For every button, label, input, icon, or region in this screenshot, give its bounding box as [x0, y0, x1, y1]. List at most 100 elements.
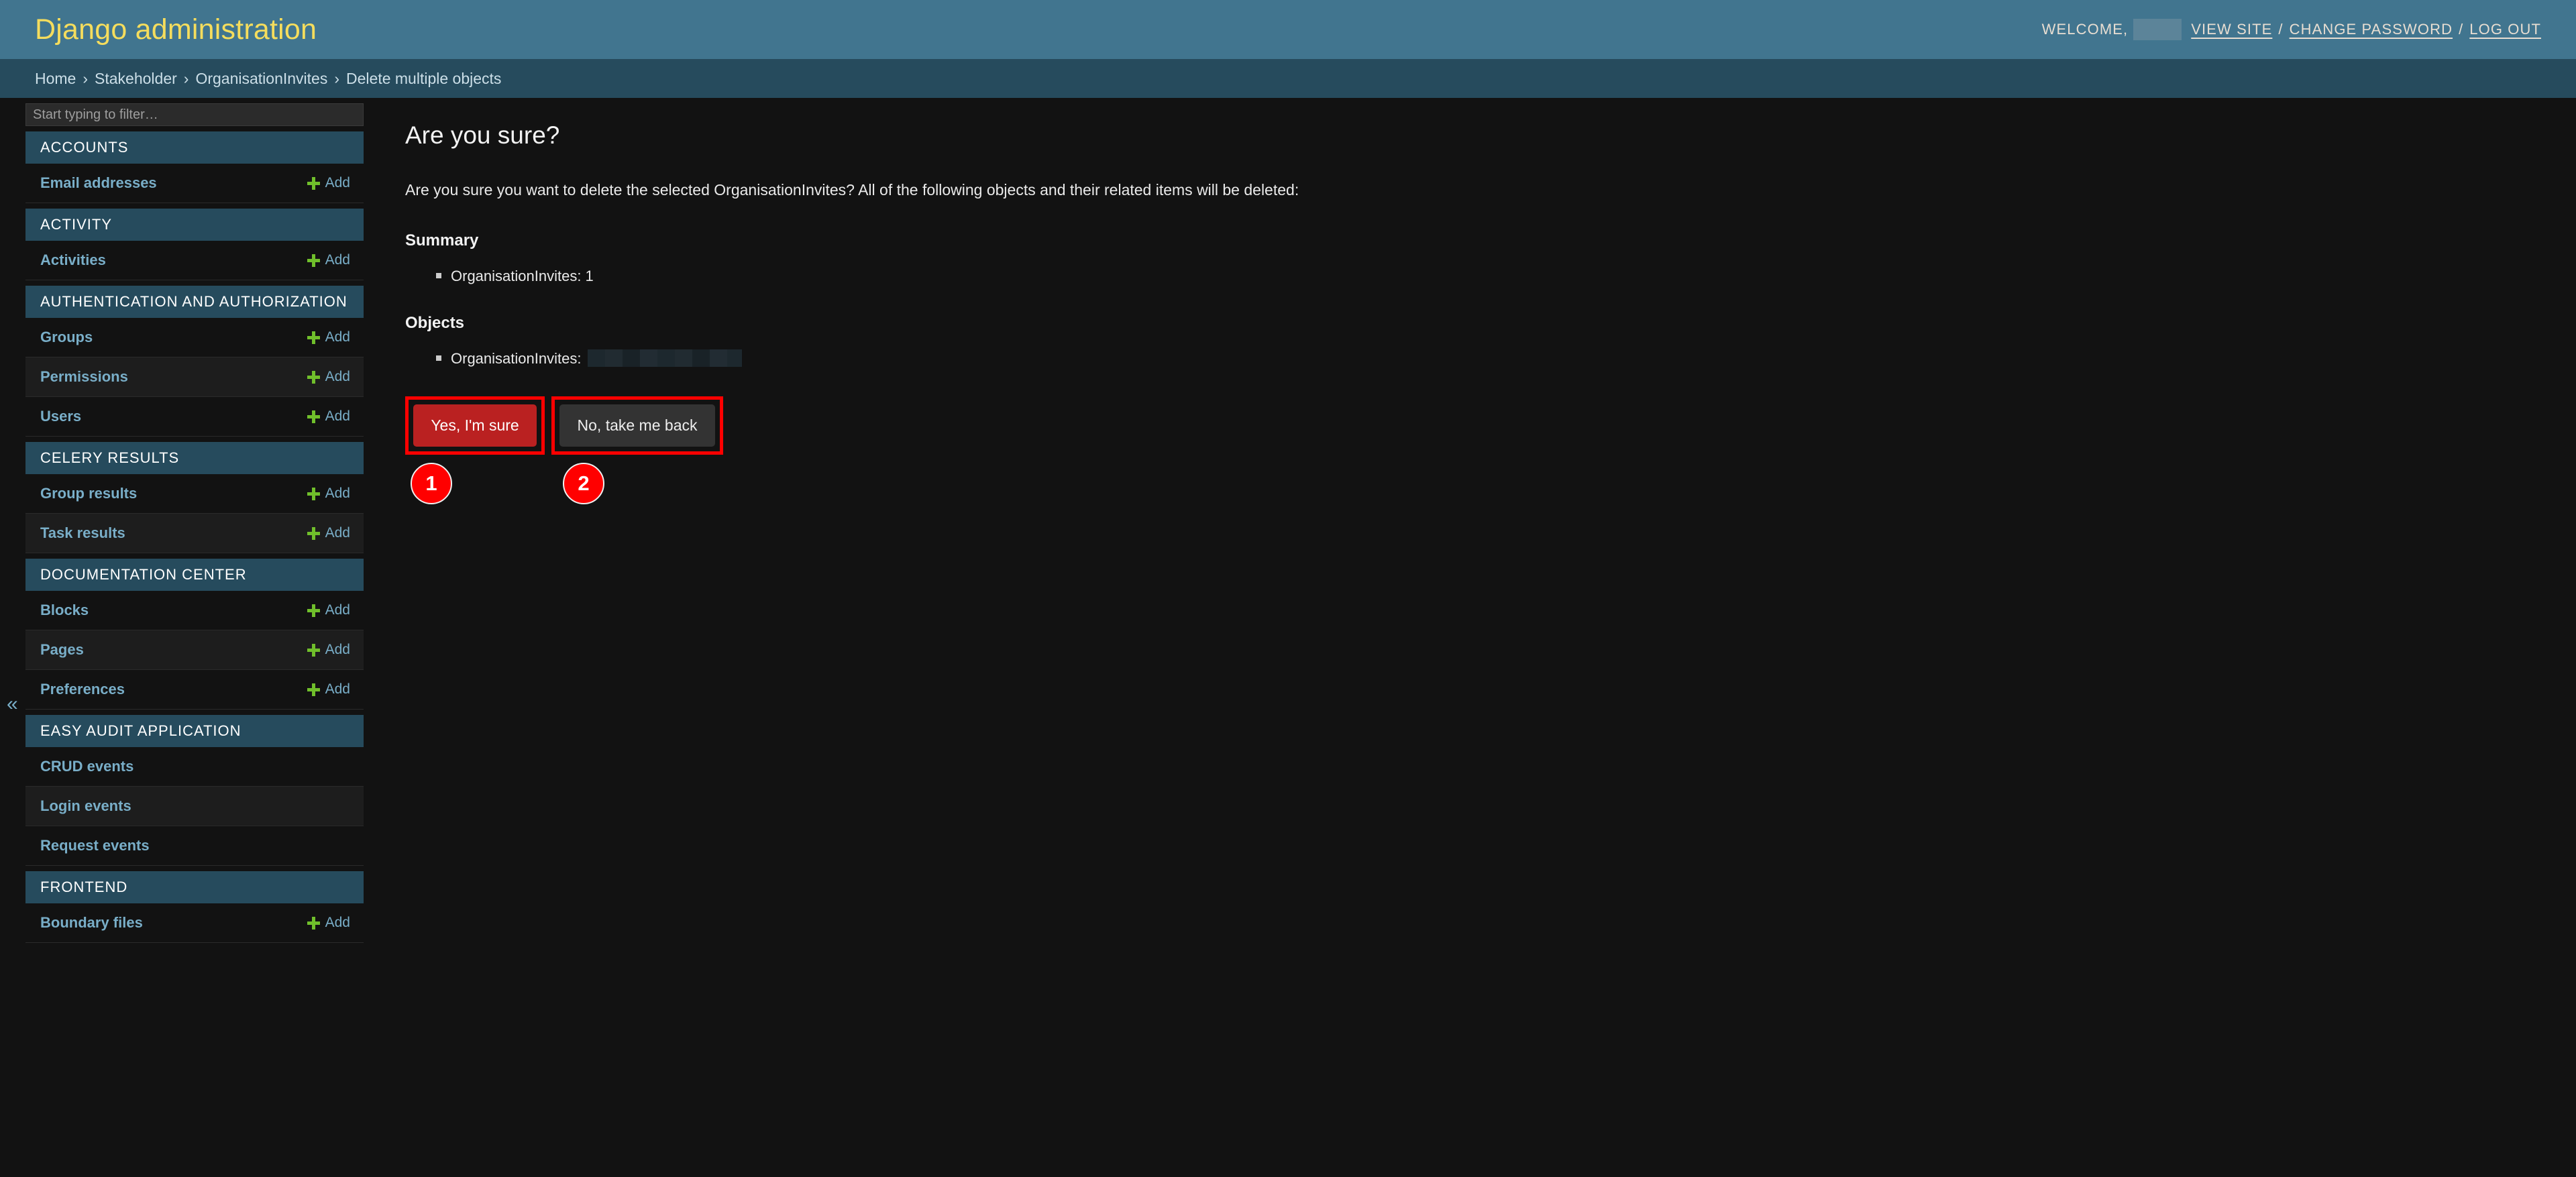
sidebar-add-link[interactable]: Add	[307, 602, 350, 618]
sidebar-item-label[interactable]: Groups	[40, 329, 93, 346]
sidebar-item-label[interactable]: Boundary files	[40, 914, 143, 932]
breadcrumb-separator-1: ›	[83, 69, 89, 87]
sidebar-item-pages[interactable]: Pages Add	[25, 630, 364, 670]
annotation-box-1: Yes, I'm sure	[405, 396, 545, 455]
sidebar-app-title: EASY AUDIT APPLICATION	[25, 715, 364, 747]
sidebar-app-title: CELERY RESULTS	[25, 442, 364, 474]
sidebar-item-permissions[interactable]: Permissions Add	[25, 357, 364, 397]
user-tools-separator-2: /	[2459, 21, 2464, 38]
plus-icon	[307, 487, 320, 500]
sidebar-item-label[interactable]: Group results	[40, 485, 137, 502]
sidebar-filter-input[interactable]	[25, 103, 364, 126]
sidebar-item-label[interactable]: Users	[40, 408, 81, 425]
sidebar-app-block: AUTHENTICATION AND AUTHORIZATION Groups Ad…	[25, 286, 364, 437]
plus-icon	[307, 176, 320, 190]
sidebar-item-label[interactable]: Preferences	[40, 681, 125, 698]
sidebar-item-label[interactable]: Permissions	[40, 368, 128, 386]
objects-item-label: OrganisationInvites:	[451, 349, 582, 367]
sidebar-add-link[interactable]: Add	[307, 175, 350, 191]
sidebar-app-block: CELERY RESULTS Group results Add Task resul…	[25, 442, 364, 553]
sidebar-collapse-icon[interactable]: «	[7, 694, 18, 714]
sidebar-item-groups[interactable]: Groups Add	[25, 318, 364, 357]
sidebar-add-label: Add	[325, 408, 350, 424]
sidebar-add-link[interactable]: Add	[307, 642, 350, 658]
site-header: Django administration WELCOME, VIEW SITE…	[0, 0, 2576, 59]
sidebar-add-label: Add	[325, 602, 350, 618]
confirm-delete-button[interactable]: Yes, I'm sure	[413, 404, 537, 447]
plus-icon	[307, 643, 320, 657]
plus-icon	[307, 526, 320, 540]
sidebar-app-block: ACTIVITY Activities Add	[25, 209, 364, 280]
sidebar-item-task-results[interactable]: Task results Add	[25, 514, 364, 553]
username-redacted	[2133, 19, 2182, 40]
sidebar-app-block: EASY AUDIT APPLICATION CRUD events Login e…	[25, 715, 364, 866]
page-title: Are you sure?	[405, 121, 560, 149]
annotation-markers: 1 2	[405, 455, 2576, 515]
sidebar-add-label: Add	[325, 252, 350, 268]
sidebar-item-preferences[interactable]: Preferences Add	[25, 670, 364, 710]
cancel-button[interactable]: No, take me back	[559, 404, 715, 447]
sidebar-add-label: Add	[325, 369, 350, 384]
log-out-link[interactable]: LOG OUT	[2469, 21, 2541, 38]
breadcrumb-organisationinvites[interactable]: OrganisationInvites	[195, 70, 327, 88]
summary-list: OrganisationInvites: 1	[405, 265, 2576, 287]
sidebar-add-link[interactable]: Add	[307, 681, 350, 697]
annotation-box-2: No, take me back	[551, 396, 723, 455]
sidebar-app-title: DOCUMENTATION CENTER	[25, 559, 364, 591]
sidebar-add-link[interactable]: Add	[307, 329, 350, 345]
button-row: Yes, I'm sure No, take me back	[405, 396, 2576, 455]
sidebar-app-block: DOCUMENTATION CENTER Blocks Add Pages Add Pre…	[25, 559, 364, 710]
sidebar-item-label[interactable]: CRUD events	[40, 758, 133, 775]
objects-heading: Objects	[405, 313, 465, 332]
sidebar-add-label: Add	[325, 175, 350, 190]
sidebar-item-boundary-files[interactable]: Boundary files Add	[25, 903, 364, 943]
sidebar-item-group-results[interactable]: Group results Add	[25, 474, 364, 514]
sidebar-add-link[interactable]: Add	[307, 915, 350, 931]
sidebar-item-blocks[interactable]: Blocks Add	[25, 591, 364, 630]
sidebar-item-crud-events[interactable]: CRUD events	[25, 747, 364, 787]
sidebar-app-list: ACCOUNTS Email addresses Add ACTIVITY Activi…	[25, 131, 364, 943]
sidebar-add-link[interactable]: Add	[307, 369, 350, 385]
sidebar-item-login-events[interactable]: Login events	[25, 787, 364, 826]
user-tools-separator-1: /	[2278, 21, 2284, 38]
sidebar-add-link[interactable]: Add	[307, 252, 350, 268]
breadcrumb: Home › Stakeholder › OrganisationInvites…	[0, 59, 2576, 98]
sidebar-item-label[interactable]: Email addresses	[40, 174, 157, 192]
objects-list: OrganisationInvites:	[405, 347, 2576, 370]
sidebar-add-label: Add	[325, 525, 350, 541]
sidebar-item-label[interactable]: Task results	[40, 524, 125, 542]
sidebar-add-link[interactable]: Add	[307, 525, 350, 541]
plus-icon	[307, 254, 320, 267]
sidebar-item-users[interactable]: Users Add	[25, 397, 364, 437]
sidebar-add-link[interactable]: Add	[307, 486, 350, 502]
sidebar-add-link[interactable]: Add	[307, 408, 350, 425]
breadcrumb-stakeholder[interactable]: Stakeholder	[95, 70, 177, 88]
plus-icon	[307, 916, 320, 930]
sidebar-item-request-events[interactable]: Request events	[25, 826, 364, 866]
welcome-label: WELCOME,	[2041, 21, 2129, 38]
breadcrumb-home[interactable]: Home	[35, 70, 76, 88]
sidebar-nav: ACCOUNTSEmail addressesAddACTIVITYActivi…	[0, 98, 364, 1177]
sidebar-item-label[interactable]: Login events	[40, 797, 131, 815]
plus-icon	[307, 604, 320, 617]
breadcrumb-current: Delete multiple objects	[346, 69, 502, 87]
objects-item-redacted[interactable]	[588, 349, 743, 368]
sidebar-add-label: Add	[325, 642, 350, 657]
sidebar-item-label[interactable]: Request events	[40, 837, 150, 854]
view-site-link[interactable]: VIEW SITE	[2191, 21, 2272, 38]
sidebar-item-email-addresses[interactable]: Email addresses Add	[25, 164, 364, 203]
change-password-link[interactable]: CHANGE PASSWORD	[2290, 21, 2453, 38]
sidebar-item-label[interactable]: Activities	[40, 251, 106, 269]
main-content: Are you sure? Are you sure you want to d…	[364, 98, 2576, 1177]
bullet-icon	[436, 272, 441, 278]
sidebar-item-label[interactable]: Blocks	[40, 602, 89, 619]
sidebar-item-label[interactable]: Pages	[40, 641, 84, 659]
breadcrumb-separator-2: ›	[183, 69, 189, 87]
sidebar-add-label: Add	[325, 329, 350, 345]
sidebar-app-title: AUTHENTICATION AND AUTHORIZATION	[25, 286, 364, 318]
breadcrumb-separator-3: ›	[334, 69, 340, 87]
bullet-icon	[436, 355, 441, 361]
sidebar-item-activities[interactable]: Activities Add	[25, 241, 364, 280]
sidebar-filter-wrap	[25, 103, 364, 126]
confirmation-message: Are you sure you want to delete the sele…	[405, 180, 1299, 199]
